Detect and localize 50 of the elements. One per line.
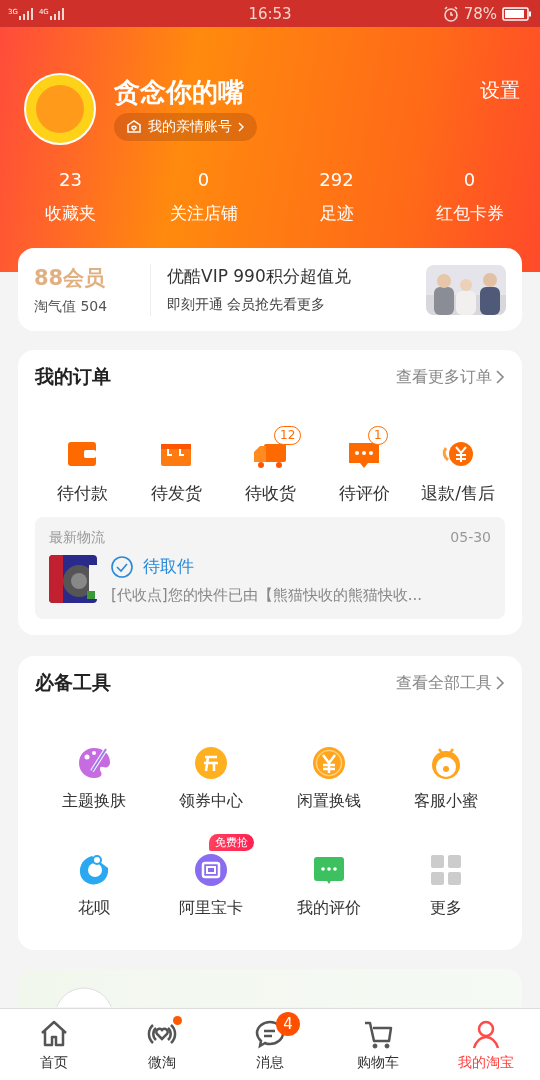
chevron-right-icon [496, 676, 505, 690]
count-badge: 4 [276, 1011, 300, 1036]
promo-tag: 免费抢 [209, 834, 255, 851]
check-circle-icon [111, 555, 133, 578]
order-status-item[interactable]: 待发货 [129, 424, 223, 505]
logistics-status: 待取件 [143, 555, 194, 578]
more-link[interactable]: 查看全部工具 [396, 672, 505, 694]
yen-coin-icon [310, 745, 347, 781]
logistics-date: 05-30 [450, 529, 491, 547]
tool-item[interactable]: 花呗 [35, 852, 153, 919]
user-name: 贪念你的嘴 [114, 76, 245, 109]
battery-percent: 78% [463, 4, 497, 23]
member-score: 淘气值 504 [34, 297, 109, 316]
tab-item[interactable]: 微淘 [108, 1009, 216, 1080]
order-status-item[interactable]: 退款/售后 [411, 424, 505, 505]
tab-item[interactable]: 我的淘宝 [432, 1009, 540, 1080]
promo-subtitle: 即刻开通 会员抢先看更多 [167, 296, 327, 314]
count-badge: 12 [274, 426, 302, 445]
logistics-title: 最新物流 [49, 529, 105, 547]
tool-item[interactable]: 更多 [387, 852, 505, 919]
battery-icon [502, 6, 532, 21]
chevron-right-icon [238, 122, 245, 132]
tool-item[interactable]: 主题换肤 [35, 745, 153, 812]
coupon-icon [193, 745, 230, 781]
tool-item[interactable]: 闲置换钱 [270, 745, 388, 812]
status-time: 16:53 [247, 4, 293, 23]
tool-item[interactable]: 领券中心 [152, 745, 270, 812]
tab-item[interactable]: 4 消息 [216, 1009, 324, 1080]
tab-item[interactable]: 首页 [0, 1009, 108, 1080]
logistics-message: [代收点]您的快件已由【熊猫快收的熊猫快收... [111, 586, 422, 605]
order-status-item[interactable]: 12 待收货 [223, 424, 317, 505]
avatar[interactable] [24, 73, 96, 145]
chevron-right-icon [496, 370, 505, 384]
tool-item[interactable]: 我的评价 [270, 852, 388, 919]
signal-icon [49, 7, 66, 20]
signal-icon [18, 7, 35, 20]
promo-title: 优酷VIP 990积分超值兑 [167, 265, 352, 288]
alarm-icon [442, 5, 459, 22]
order-status-item[interactable]: 待付款 [35, 424, 129, 505]
house-heart-icon [126, 119, 142, 135]
section-title: 我的订单 [35, 364, 111, 389]
member-card[interactable]: 88会员 淘气值 504 优酷VIP 990积分超值兑 即刻开通 会员抢先看更多 [18, 248, 522, 331]
count-badge: 1 [368, 426, 388, 445]
tab-item[interactable]: 购物车 [324, 1009, 432, 1080]
tool-item[interactable]: 客服小蜜 [387, 745, 505, 812]
order-status-item[interactable]: 1 待评价 [317, 424, 411, 505]
more-link[interactable]: 查看更多订单 [396, 366, 505, 388]
card-icon [193, 852, 230, 888]
section-title: 必备工具 [35, 670, 111, 695]
member-level-label: 88会员 [34, 264, 107, 292]
